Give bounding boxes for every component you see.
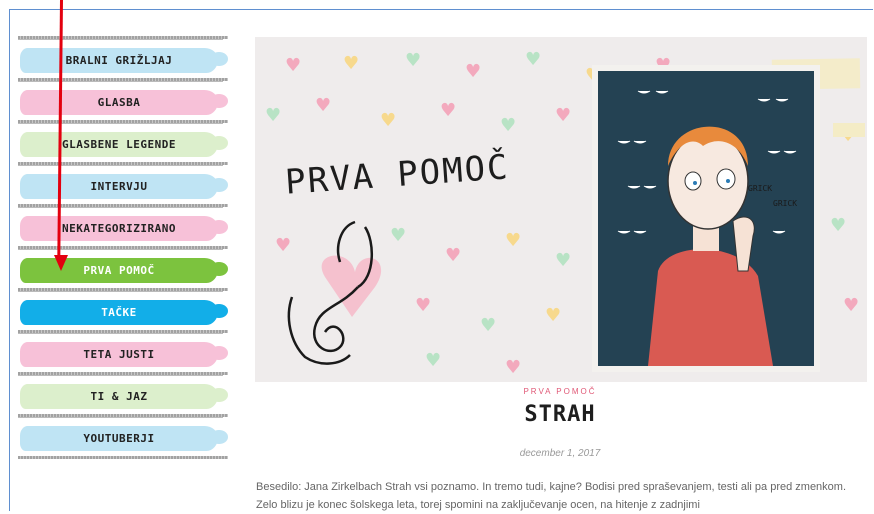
sidebar-item-glasba[interactable]: GLASBA: [18, 78, 228, 120]
heart-icon: ♥: [390, 225, 407, 246]
sidebar-item-ti-in-jaz[interactable]: TI & JAZ: [18, 372, 228, 414]
sidebar-item-nekategorizirano[interactable]: NEKATEGORIZIRANO: [18, 204, 228, 246]
sidebar-item-bralni-grizljaj[interactable]: BRALNI GRIŽLJAJ: [18, 36, 228, 78]
category-label: TAČKE: [101, 306, 137, 319]
page-frame-top: [9, 9, 873, 10]
heart-icon: ♥: [555, 105, 572, 126]
grick-sound-text: GRICK: [748, 184, 772, 193]
post-excerpt: Besedilo: Jana Zirkelbach Strah vsi pozn…: [256, 481, 847, 511]
sidebar-item-youtuberji[interactable]: YOUTUBERJI: [18, 414, 228, 456]
category-link[interactable]: TI & JAZ: [20, 384, 228, 409]
heart-icon: ♥: [440, 100, 457, 121]
heart-icon: ♥: [480, 315, 497, 336]
heart-icon: ♥: [343, 53, 360, 74]
category-link[interactable]: NEKATEGORIZIRANO: [20, 216, 228, 241]
tape-decoration: [833, 123, 865, 137]
category-label: YOUTUBERJI: [83, 432, 155, 445]
grick-sound-text: GRICK: [773, 199, 797, 208]
category-link[interactable]: TAČKE: [20, 300, 228, 325]
category-sidebar: BRALNI GRIŽLJAJ GLASBA GLASBENE LEGENDE …: [18, 36, 228, 462]
featured-image[interactable]: ♥ ♥ ♥ ♥ ♥ ♥ ♥ ♥ ♥ ♥ ♥ ♥ ♥ ♥ ♥ ♥ ♥ ♥ ♥ ♥ …: [255, 37, 867, 382]
divider: [18, 456, 228, 459]
hero-title-text: PRVA POMOČ: [283, 147, 511, 203]
heart-icon: ♥: [830, 215, 847, 236]
stethoscope-icon: [287, 220, 382, 365]
heart-icon: ♥: [380, 110, 397, 131]
category-label: TI & JAZ: [90, 390, 148, 403]
heart-icon: ♥: [415, 295, 432, 316]
annotation-arrow-head: [54, 255, 68, 271]
category-label: NEKATEGORIZIRANO: [62, 222, 176, 235]
heart-icon: ♥: [500, 115, 517, 136]
category-label: INTERVJU: [90, 180, 148, 193]
nervous-boy-illustration: GRICK GRICK: [617, 90, 797, 366]
sidebar-item-teta-justi[interactable]: TETA JUSTI: [18, 330, 228, 372]
page-frame-left: [9, 9, 10, 511]
heart-icon: ♥: [285, 55, 302, 76]
heart-icon: ♥: [265, 105, 282, 126]
heart-icon: ♥: [545, 305, 562, 326]
post-date: december 1, 2017: [519, 448, 601, 459]
category-label: GLASBENE LEGENDE: [62, 138, 176, 151]
heart-icon: ♥: [505, 357, 522, 378]
category-link[interactable]: YOUTUBERJI: [20, 426, 228, 451]
illustration-panel: GRICK GRICK: [592, 65, 820, 372]
category-label: GLASBA: [97, 96, 141, 109]
category-label: TETA JUSTI: [83, 348, 155, 361]
heart-icon: ♥: [505, 230, 522, 251]
sidebar-item-prva-pomoc[interactable]: PRVA POMOČ: [18, 246, 228, 288]
post-category-link[interactable]: PRVA POMOČ: [523, 387, 596, 396]
category-link[interactable]: GLASBA: [20, 90, 228, 115]
sidebar-item-glasbene-legende[interactable]: GLASBENE LEGENDE: [18, 120, 228, 162]
sidebar-item-tacke[interactable]: TAČKE: [18, 288, 228, 330]
category-link[interactable]: GLASBENE LEGENDE: [20, 132, 228, 157]
category-link-active[interactable]: PRVA POMOČ: [20, 258, 228, 283]
heart-icon: ♥: [445, 245, 462, 266]
category-link[interactable]: TETA JUSTI: [20, 342, 228, 367]
heart-icon: ♥: [405, 50, 422, 71]
heart-icon: ♥: [525, 49, 542, 70]
heart-icon: ♥: [843, 295, 860, 316]
post-title[interactable]: STRAH: [524, 402, 595, 427]
heart-icon: ♥: [315, 95, 332, 116]
category-link[interactable]: INTERVJU: [20, 174, 228, 199]
heart-icon: ♥: [465, 61, 482, 82]
heart-icon: ♥: [555, 250, 572, 271]
sidebar-item-intervju[interactable]: INTERVJU: [18, 162, 228, 204]
sidebar-bottom-rule: [18, 456, 228, 462]
category-label: BRALNI GRIŽLJAJ: [65, 54, 173, 67]
heart-icon: ♥: [425, 350, 442, 371]
category-link[interactable]: BRALNI GRIŽLJAJ: [20, 48, 228, 73]
category-label: PRVA POMOČ: [83, 264, 155, 277]
